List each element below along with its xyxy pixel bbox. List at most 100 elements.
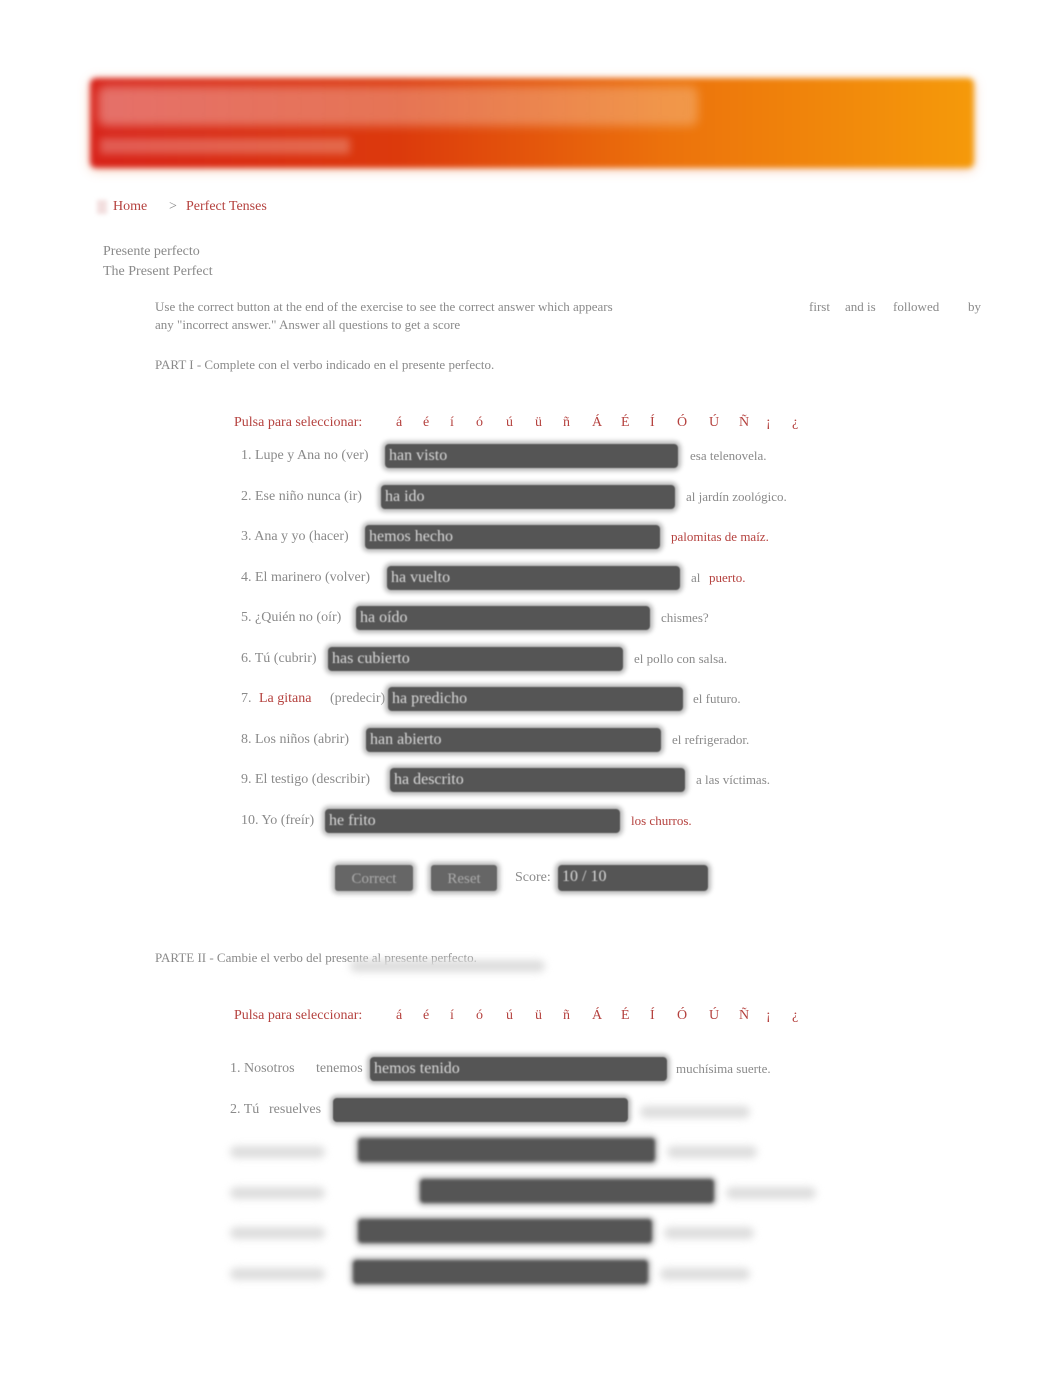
answer-input[interactable]: hemos hecho [365,525,660,549]
accent-button[interactable]: ó [476,415,483,431]
accent-button[interactable]: ¿ [792,1008,798,1024]
question-ending-link: palomitas de maíz. [671,529,769,544]
question-ending-blurred [667,1146,757,1159]
accent-button[interactable]: Á [592,1008,602,1024]
accent-button[interactable]: ó [476,1008,483,1024]
question-label: 5. ¿Quién no (oír) [241,610,342,625]
correct-button[interactable]: Correct [335,865,413,891]
answer-input[interactable] [420,1178,714,1203]
question-label: 6. Tú (cubrir) [241,650,317,666]
instructions-line2: any "incorrect answer." Answer all quest… [155,317,461,332]
answer-input[interactable]: ha oído [356,606,650,630]
accent-button[interactable]: ñ [563,415,570,431]
accent-button[interactable]: ü [535,415,542,431]
question-label: 7. [241,691,252,706]
accent-button[interactable]: á [396,415,402,431]
question-ending: a las víctimas. [696,772,771,787]
question-ending: esa telenovela. [690,448,767,463]
question-label: 1. Nosotros [230,1061,295,1076]
question-label: 1. Lupe y Ana no (ver) [241,448,369,463]
accent-button[interactable]: ¡ [766,415,771,431]
question-label-blurred [230,1227,325,1240]
banner-tagline [100,138,350,154]
answer-input[interactable]: ha ido [381,484,675,509]
accent-button[interactable]: ¡ [766,1008,771,1024]
question-label: 2. Tú [230,1101,260,1117]
question-ending-link: los churros. [631,812,692,828]
answer-input[interactable] [333,1097,628,1122]
accent-button[interactable]: á [396,1008,402,1024]
accent-button[interactable]: É [621,1008,630,1024]
question-label: 4. El marinero (volver) [241,569,371,585]
accent-button[interactable]: Á [592,415,602,431]
answer-input[interactable]: he frito [325,808,620,833]
score-label: Score: [515,870,551,885]
accent-button[interactable]: í [450,1008,454,1024]
accent-button[interactable]: É [621,415,630,431]
question-ending-blurred [660,1268,750,1280]
question-ending: chismes? [661,610,709,625]
question-ending-blurred [726,1186,816,1199]
accent-button[interactable]: Ó [677,415,687,431]
instructions-word: followed [893,299,940,314]
breadcrumb-current[interactable]: Perfect Tenses [186,199,267,215]
answer-input[interactable]: has cubierto [328,646,623,671]
question-label-blurred [230,1268,325,1280]
accent-button[interactable]: Í [650,415,655,431]
banner-logo [98,86,698,126]
page: Home > Perfect Tenses Presente perfecto … [0,0,1062,1377]
question-label-blurred [230,1146,325,1159]
reset-button[interactable]: Reset [431,865,497,891]
accent-button[interactable]: Ú [709,1008,719,1024]
question-ending: el futuro. [693,691,741,706]
answer-input[interactable]: ha vuelto [387,565,680,590]
accent-button[interactable]: ú [506,1008,513,1024]
question-ending-blurred [664,1227,754,1240]
instructions-line1: Use the correct button at the end of the… [155,299,613,314]
score-field: 10 / 10 [558,865,708,891]
question-ending-link: puerto. [709,569,746,585]
instructions-word: first [809,299,830,314]
question-label-blurred [230,1186,325,1199]
accent-picker-label: Pulsa para seleccionar: [234,415,363,430]
answer-input[interactable] [353,1260,648,1284]
question-ending: al jardín zoológico. [686,488,787,504]
answer-input[interactable]: han abierto [366,727,661,752]
question-ending: el refrigerador. [672,731,750,747]
accent-button[interactable]: í [450,415,454,431]
question-ending: al [691,569,701,585]
answer-input[interactable] [358,1138,655,1163]
question-verb: tenemos [316,1061,363,1076]
breadcrumb-separator: > [169,199,177,214]
accent-button[interactable]: é [423,415,429,431]
accent-button[interactable]: Ú [709,415,719,431]
instructions-word: by [968,299,981,314]
answer-input[interactable]: ha predicho [388,687,683,711]
breadcrumb-home[interactable]: Home [113,199,147,215]
answer-input[interactable] [358,1219,652,1244]
part2-title-underline [350,960,545,972]
accent-picker-label: Pulsa para seleccionar: [234,1008,363,1023]
question-verb: (predecir) [330,691,386,706]
accent-button[interactable]: ú [506,415,513,431]
accent-button[interactable]: Ó [677,1008,687,1024]
question-ending: muchísima suerte. [676,1061,771,1076]
accent-button[interactable]: Ñ [739,1008,749,1024]
accent-button[interactable]: ñ [563,1008,570,1024]
instructions-word: and is [845,299,876,314]
accent-button[interactable]: ¿ [792,415,798,431]
accent-button[interactable]: Ñ [739,415,749,431]
question-label: 10. Yo (freír) [241,812,315,828]
accent-button[interactable]: é [423,1008,429,1024]
question-label: 9. El testigo (describir) [241,772,371,787]
part1-title: PART I - Complete con el verbo indicado … [155,357,495,372]
accent-button[interactable]: ü [535,1008,542,1024]
accent-button[interactable]: Í [650,1008,655,1024]
answer-input[interactable]: han visto [385,444,678,468]
question-label: 3. Ana y yo (hacer) [241,529,349,544]
question-label: 8. Los niños (abrir) [241,731,350,747]
answer-input[interactable]: hemos tenido [370,1057,667,1081]
answer-input[interactable]: ha descrito [390,768,685,792]
question-subject: La gitana [259,691,312,706]
question-verb: resuelves [269,1101,322,1117]
